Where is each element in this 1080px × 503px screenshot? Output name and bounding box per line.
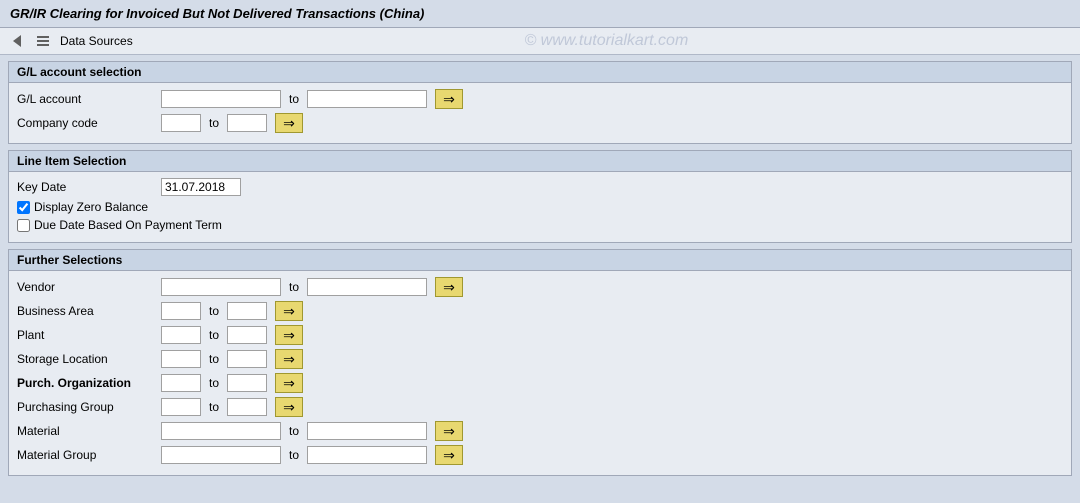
watermark: © www.tutorialkart.com [141,32,1072,50]
storage-location-to-input[interactable] [227,350,267,368]
material-group-from-input[interactable] [161,446,281,464]
purchasing-group-from-input[interactable] [161,398,201,416]
business-area-row: Business Area to ⇒ [17,301,1063,321]
gl-account-arrow-btn[interactable]: ⇒ [435,89,463,109]
company-code-label: Company code [17,116,157,130]
gl-account-section-body: G/L account to ⇒ Company code to ⇒ [9,83,1071,143]
further-selections-header: Further Selections [9,250,1071,271]
purch-org-arrow-btn[interactable]: ⇒ [275,373,303,393]
key-date-label: Key Date [17,180,157,194]
purch-org-label: Purch. Organization [17,376,157,390]
material-group-to-input[interactable] [307,446,427,464]
material-to-input[interactable] [307,422,427,440]
purchasing-group-row: Purchasing Group to ⇒ [17,397,1063,417]
business-area-to-input[interactable] [227,302,267,320]
business-area-from-input[interactable] [161,302,201,320]
menu-icon[interactable] [34,32,52,50]
further-selections-body: Vendor to ⇒ Business Area to ⇒ Plant to [9,271,1071,475]
gl-account-from-input[interactable] [161,90,281,108]
plant-to-label: to [209,328,219,342]
purch-org-from-input[interactable] [161,374,201,392]
toolbar: Data Sources © www.tutorialkart.com [0,28,1080,55]
further-selections-section: Further Selections Vendor to ⇒ Business … [8,249,1072,476]
business-area-to-label: to [209,304,219,318]
gl-account-to-label: to [289,92,299,106]
plant-arrow-btn[interactable]: ⇒ [275,325,303,345]
business-area-arrow-btn[interactable]: ⇒ [275,301,303,321]
title-bar: GR/IR Clearing for Invoiced But Not Deli… [0,0,1080,28]
display-zero-balance-row: Display Zero Balance [17,200,1063,214]
due-date-checkbox[interactable] [17,219,30,232]
material-row: Material to ⇒ [17,421,1063,441]
company-code-row: Company code to ⇒ [17,113,1063,133]
vendor-to-label: to [289,280,299,294]
material-group-label: Material Group [17,448,157,462]
page-title: GR/IR Clearing for Invoiced But Not Deli… [10,6,424,21]
vendor-row: Vendor to ⇒ [17,277,1063,297]
data-sources-label[interactable]: Data Sources [60,34,133,48]
display-zero-balance-checkbox[interactable] [17,201,30,214]
plant-row: Plant to ⇒ [17,325,1063,345]
line-item-section-body: Key Date Display Zero Balance Due Date B… [9,172,1071,242]
vendor-from-input[interactable] [161,278,281,296]
display-zero-balance-label: Display Zero Balance [34,200,148,214]
plant-to-input[interactable] [227,326,267,344]
material-arrow-btn[interactable]: ⇒ [435,421,463,441]
vendor-label: Vendor [17,280,157,294]
vendor-arrow-btn[interactable]: ⇒ [435,277,463,297]
storage-location-label: Storage Location [17,352,157,366]
storage-location-arrow-btn[interactable]: ⇒ [275,349,303,369]
line-item-section: Line Item Selection Key Date Display Zer… [8,150,1072,243]
back-icon[interactable] [8,32,26,50]
main-content: G/L account selection G/L account to ⇒ C… [0,55,1080,482]
plant-label: Plant [17,328,157,342]
plant-from-input[interactable] [161,326,201,344]
storage-location-from-input[interactable] [161,350,201,368]
material-label: Material [17,424,157,438]
material-group-to-label: to [289,448,299,462]
material-from-input[interactable] [161,422,281,440]
storage-location-to-label: to [209,352,219,366]
line-item-section-header: Line Item Selection [9,151,1071,172]
gl-account-label: G/L account [17,92,157,106]
due-date-label: Due Date Based On Payment Term [34,218,222,232]
company-code-arrow-btn[interactable]: ⇒ [275,113,303,133]
business-area-label: Business Area [17,304,157,318]
purch-org-to-input[interactable] [227,374,267,392]
gl-account-row: G/L account to ⇒ [17,89,1063,109]
purchasing-group-to-input[interactable] [227,398,267,416]
vendor-to-input[interactable] [307,278,427,296]
gl-account-to-input[interactable] [307,90,427,108]
purchasing-group-label: Purchasing Group [17,400,157,414]
material-to-label: to [289,424,299,438]
gl-account-section: G/L account selection G/L account to ⇒ C… [8,61,1072,144]
gl-account-section-header: G/L account selection [9,62,1071,83]
key-date-input[interactable] [161,178,241,196]
purch-org-row: Purch. Organization to ⇒ [17,373,1063,393]
material-group-row: Material Group to ⇒ [17,445,1063,465]
key-date-row: Key Date [17,178,1063,196]
purchasing-group-arrow-btn[interactable]: ⇒ [275,397,303,417]
purch-org-to-label: to [209,376,219,390]
company-code-from-input[interactable] [161,114,201,132]
purchasing-group-to-label: to [209,400,219,414]
due-date-row: Due Date Based On Payment Term [17,218,1063,232]
material-group-arrow-btn[interactable]: ⇒ [435,445,463,465]
company-code-to-input[interactable] [227,114,267,132]
company-code-to-label: to [209,116,219,130]
storage-location-row: Storage Location to ⇒ [17,349,1063,369]
